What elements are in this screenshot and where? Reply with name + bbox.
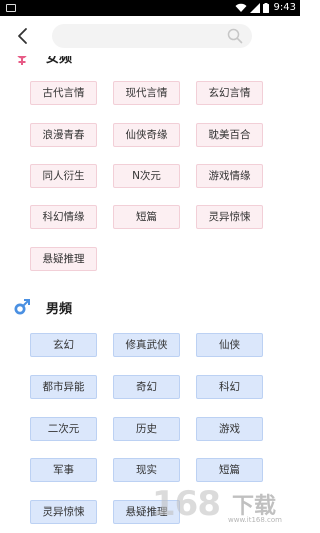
- tag-female-1[interactable]: 现代言情: [113, 81, 180, 105]
- tag-female-5[interactable]: 耽美百合: [196, 123, 263, 147]
- status-time: 9:43: [273, 2, 296, 13]
- tag-female-9[interactable]: 科幻情缘: [30, 205, 97, 229]
- tag-female-2[interactable]: 玄幻言情: [196, 81, 263, 105]
- tag-female-11[interactable]: 灵异惊悚: [196, 205, 263, 229]
- tag-male-4[interactable]: 奇幻: [113, 375, 180, 399]
- tag-male-7[interactable]: 历史: [113, 417, 180, 441]
- app-header: [0, 16, 300, 56]
- back-arrow-icon[interactable]: [12, 25, 34, 47]
- tag-male-9[interactable]: 军事: [30, 458, 97, 482]
- tag-female-4[interactable]: 仙侠奇缘: [113, 123, 180, 147]
- female-symbol-icon: [17, 56, 27, 65]
- female-section-title: 女频: [46, 56, 73, 66]
- tag-male-10[interactable]: 现实: [113, 458, 180, 482]
- search-input[interactable]: [52, 24, 252, 48]
- notification-icon: [6, 4, 16, 12]
- male-section-header: 男頻: [12, 296, 72, 318]
- male-section-title: 男頻: [46, 301, 73, 317]
- tag-female-12[interactable]: 悬疑推理: [30, 247, 97, 271]
- category-list: 女频 古代言情 现代言情 玄幻言情 浪漫青春 仙侠奇缘 耽美百合 同人衍生 N次…: [0, 56, 300, 533]
- tag-male-3[interactable]: 都市异能: [30, 375, 97, 399]
- search-icon[interactable]: [227, 28, 243, 44]
- male-symbol-icon: [14, 299, 30, 315]
- tag-female-0[interactable]: 古代言情: [30, 81, 97, 105]
- signal-icon: [249, 3, 260, 13]
- tag-male-8[interactable]: 游戏: [196, 417, 263, 441]
- tag-male-0[interactable]: 玄幻: [30, 333, 97, 357]
- tag-male-1[interactable]: 修真武侠: [113, 333, 180, 357]
- tag-female-6[interactable]: 同人衍生: [30, 164, 97, 188]
- tag-female-8[interactable]: 游戏情缘: [196, 164, 263, 188]
- tag-female-7[interactable]: N次元: [113, 164, 180, 188]
- tag-male-5[interactable]: 科幻: [196, 375, 263, 399]
- tag-female-10[interactable]: 短篇: [113, 205, 180, 229]
- tag-female-3[interactable]: 浪漫青春: [30, 123, 97, 147]
- tag-male-2[interactable]: 仙侠: [196, 333, 263, 357]
- status-bar: 9:43: [0, 0, 300, 16]
- battery-icon: [262, 3, 269, 13]
- tag-male-11[interactable]: 短篇: [196, 458, 263, 482]
- tag-male-13[interactable]: 悬疑推理: [113, 500, 180, 524]
- tag-male-12[interactable]: 灵异惊悚: [30, 500, 97, 524]
- status-icons: 9:43: [235, 0, 296, 16]
- female-section-header: 女频: [12, 56, 72, 67]
- tag-male-6[interactable]: 二次元: [30, 417, 97, 441]
- wifi-icon: [235, 3, 247, 12]
